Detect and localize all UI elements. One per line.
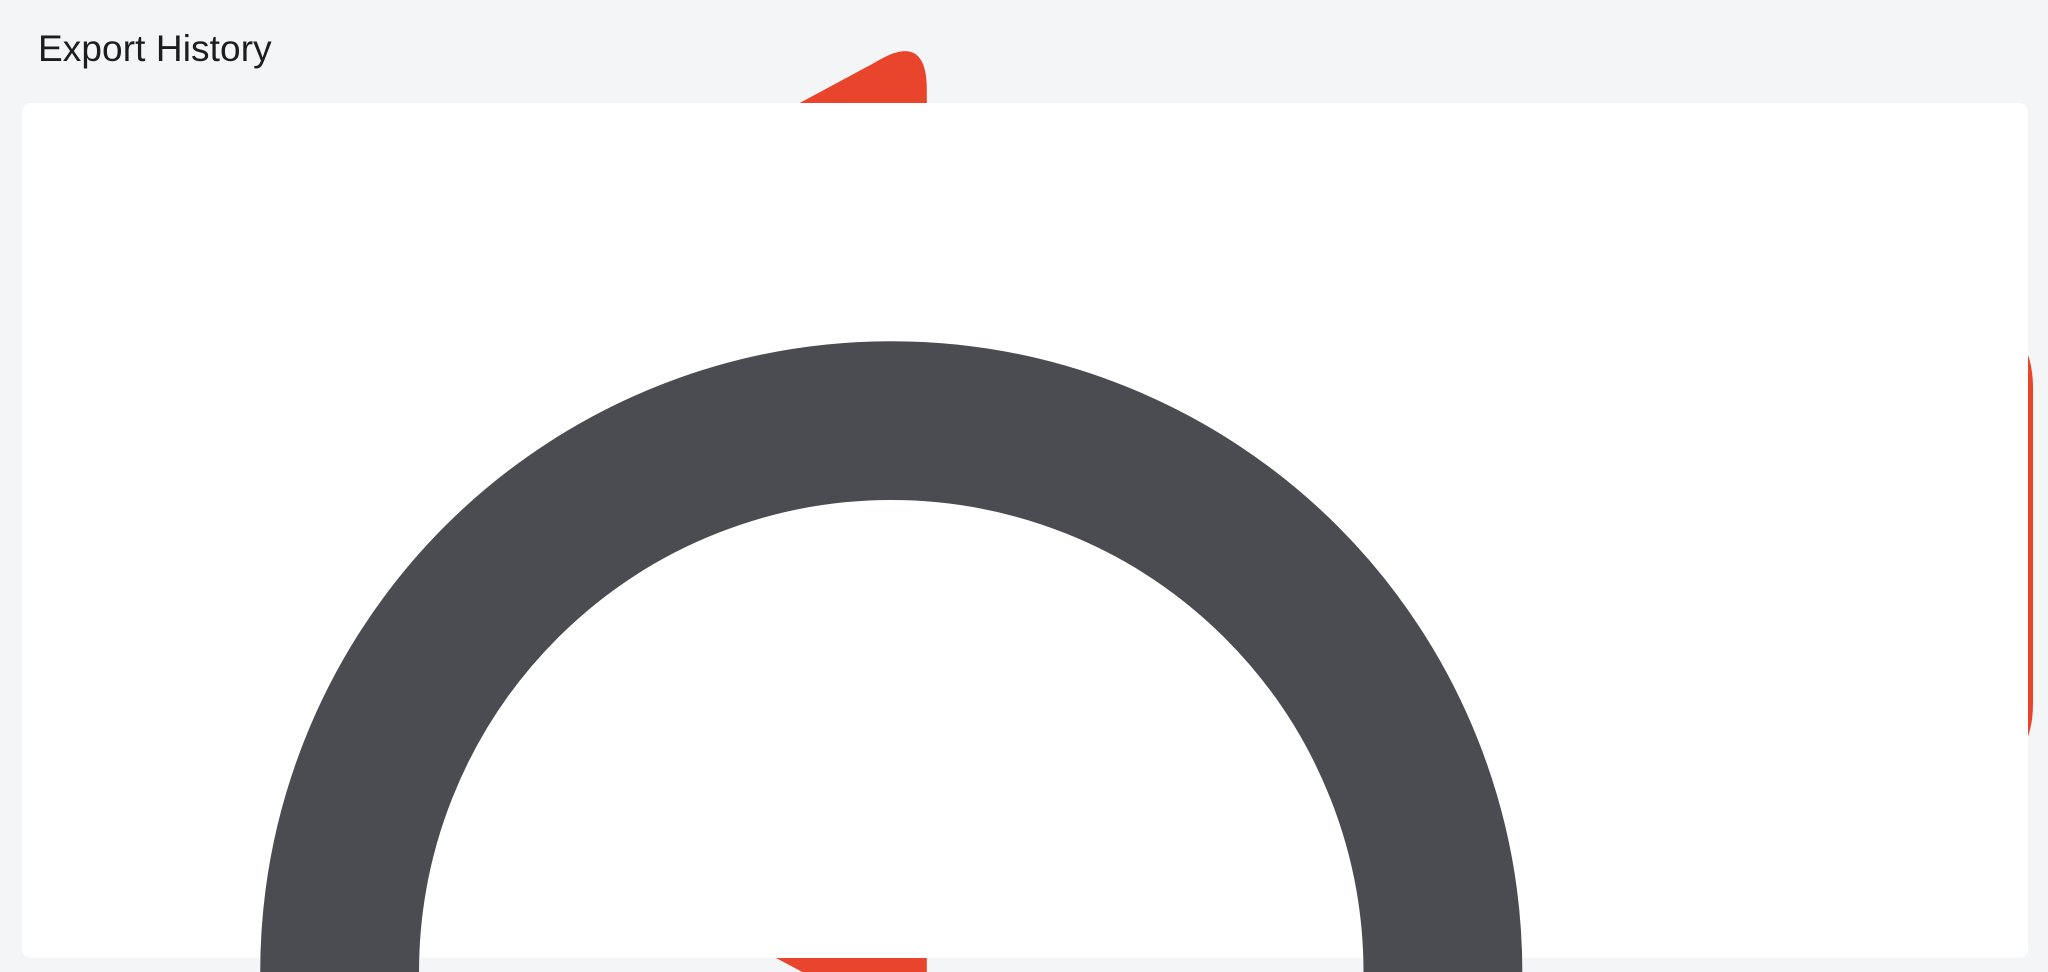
export-history-card: csv # File Name Started [22, 103, 2028, 972]
search-toolbar: csv [22, 103, 2028, 972]
search-input[interactable]: csv [22, 103, 2028, 972]
page-title: Export History [38, 28, 272, 69]
export-history-page: Export History csv [0, 0, 2048, 972]
search-icon [260, 341, 1523, 972]
